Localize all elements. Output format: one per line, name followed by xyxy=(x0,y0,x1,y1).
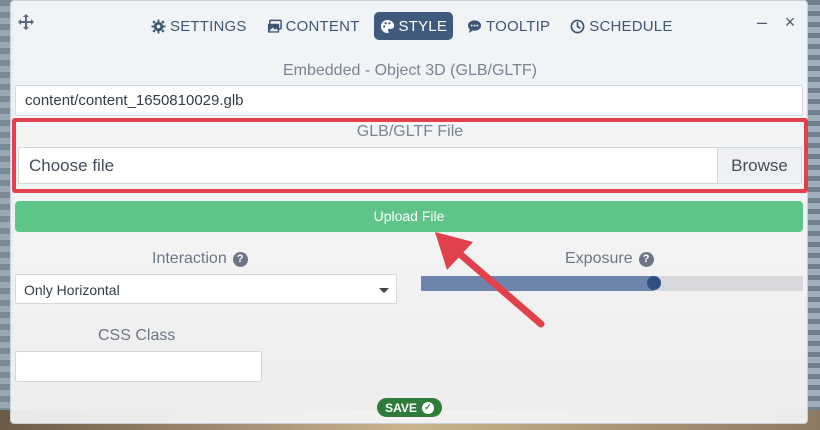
form-title: Embedded - Object 3D (GLB/GLTF) xyxy=(282,62,537,79)
exposure-label: Exposure xyxy=(565,250,633,267)
gear-icon xyxy=(151,18,166,34)
save-button[interactable]: SAVE ✓ xyxy=(377,398,442,417)
interaction-label: Interaction xyxy=(152,250,227,267)
interaction-label-group: Interaction ? xyxy=(152,250,248,268)
tab-tooltip-label: TOOLTIP xyxy=(486,17,551,35)
tab-style[interactable]: STYLE xyxy=(373,12,454,40)
tab-content[interactable]: CONTENT xyxy=(261,12,366,40)
tab-content-label: CONTENT xyxy=(285,17,360,35)
upload-file-button[interactable]: Upload File xyxy=(15,201,803,232)
css-class-input[interactable] xyxy=(15,351,262,382)
save-label: SAVE xyxy=(385,400,417,415)
close-button[interactable]: × xyxy=(781,13,799,31)
help-icon[interactable]: ? xyxy=(232,251,248,267)
file-input[interactable]: Choose file Browse xyxy=(18,147,802,184)
minimize-button[interactable]: – xyxy=(753,13,771,31)
tab-tooltip[interactable]: TOOLTIP xyxy=(461,12,556,40)
content-path-field[interactable]: content/content_1650810029.glb xyxy=(15,85,803,116)
help-icon[interactable]: ? xyxy=(638,251,654,267)
clock-icon xyxy=(570,19,585,33)
tab-settings[interactable]: SETTINGS xyxy=(145,12,253,40)
tab-style-label: STYLE xyxy=(398,17,448,35)
exposure-slider-thumb[interactable] xyxy=(647,276,662,290)
editor-panel: SETTINGS CONTENT STYLE TOOLTIP SCHEDULE … xyxy=(10,0,808,424)
interaction-select[interactable]: Only Horizontal xyxy=(15,274,397,304)
move-icon[interactable] xyxy=(17,13,35,31)
interaction-select-value: Only Horizontal xyxy=(24,282,120,298)
exposure-label-group: Exposure ? xyxy=(565,250,654,268)
browse-button[interactable]: Browse xyxy=(717,148,801,183)
check-icon: ✓ xyxy=(421,401,434,414)
css-class-label-group: CSS Class xyxy=(98,327,175,345)
css-class-label: CSS Class xyxy=(98,327,176,344)
tab-settings-label: SETTINGS xyxy=(170,17,247,35)
tab-schedule-label: SCHEDULE xyxy=(589,17,673,35)
comment-icon xyxy=(467,19,482,33)
tab-schedule[interactable]: SCHEDULE xyxy=(564,12,678,40)
annotation-arrow xyxy=(435,232,545,328)
file-label: GLB/GLTF File xyxy=(356,123,464,140)
chevron-down-icon xyxy=(379,288,389,293)
choose-file-placeholder[interactable]: Choose file xyxy=(19,148,717,183)
palette-icon xyxy=(380,19,394,33)
images-icon xyxy=(267,19,282,33)
tab-bar: SETTINGS CONTENT STYLE TOOLTIP SCHEDULE xyxy=(145,12,679,40)
